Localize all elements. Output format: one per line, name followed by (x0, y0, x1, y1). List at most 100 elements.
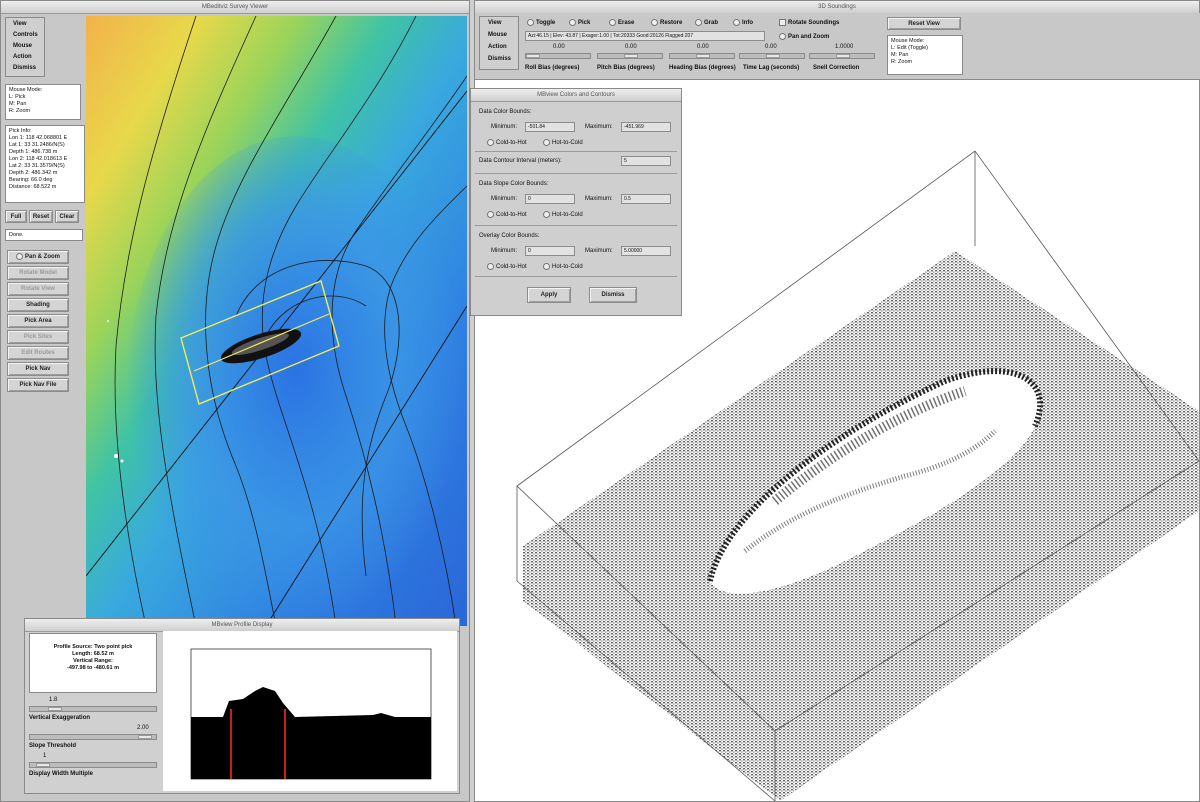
mode-label: Info (742, 20, 753, 27)
slope-min-input[interactable]: 0 (525, 194, 575, 204)
mouse-mode-line: Mouse Mode: (891, 38, 925, 44)
time-lag-slider[interactable] (739, 53, 805, 59)
data-min-input[interactable]: -501.84 (525, 122, 575, 132)
vertical-exaggeration-slider[interactable] (29, 734, 157, 740)
pick-info-line: Lat 2: 33 31.3579/N(S) (9, 163, 65, 169)
menu-view[interactable]: View (13, 21, 27, 28)
radio-icon (543, 211, 550, 218)
mouse-mode-line: Mouse Mode: (9, 87, 43, 93)
menu-dismiss[interactable]: Dismiss (488, 56, 511, 63)
data-max-input[interactable]: -451.969 (621, 122, 671, 132)
contour-interval-input[interactable]: 5 (621, 156, 671, 166)
roll-bias-slider[interactable] (525, 53, 591, 59)
mode-toggle[interactable]: Toggle (527, 19, 555, 26)
heading-bias-slider[interactable] (669, 53, 735, 59)
menu-action[interactable]: Action (488, 44, 507, 51)
data-cold-to-hot-radio[interactable]: Cold-to-Hot (487, 139, 527, 146)
profile-display-window: MBview Profile Display Profile Source: T… (24, 618, 460, 794)
pan-zoom-button[interactable]: Pan & Zoom (7, 250, 69, 264)
data-hot-to-cold-radio[interactable]: Hot-to-Cold (543, 139, 583, 146)
vertical-exaggeration-value: 2.00 (137, 725, 149, 731)
menu-dismiss[interactable]: Dismiss (13, 65, 36, 72)
mode-grab[interactable]: Grab (695, 19, 718, 26)
slider1-thumb[interactable] (48, 707, 62, 711)
separator (475, 173, 677, 174)
roll-bias-label: Roll Bias (degrees) (525, 65, 580, 71)
heading-bias-value: 0.00 (697, 44, 709, 50)
pan-zoom-radio[interactable]: Pan and Zoom (779, 33, 829, 40)
pick-sites-button[interactable]: Pick Sites (7, 330, 69, 344)
rotate-view-button[interactable]: Rotate View (7, 282, 69, 296)
slope-hot-to-cold-radio[interactable]: Hot-to-Cold (543, 211, 583, 218)
slope-color-bounds-label: Data Slope Color Bounds: (479, 181, 549, 187)
pitch-bias-value: 0.00 (625, 44, 637, 50)
menu-mouse[interactable]: Mouse (13, 43, 32, 50)
status-field: Done. (5, 229, 83, 241)
pitch-bias-slider[interactable] (597, 53, 663, 59)
radio-icon (15, 252, 23, 260)
menu-action[interactable]: Action (13, 54, 32, 61)
overlay-min-input[interactable]: 0 (525, 246, 575, 256)
radio-icon (543, 263, 550, 270)
slider1-value: 1.8 (49, 697, 58, 703)
heading-bias-thumb[interactable] (696, 54, 710, 58)
mode-pick[interactable]: Pick (569, 19, 590, 26)
heading-bias-label: Heading Bias (degrees) (669, 65, 736, 71)
mode-erase[interactable]: Erase (609, 19, 634, 26)
profile-info-line: Length: 68.52 m (72, 651, 114, 657)
profile-info-line: -497.98 to -480.61 m (67, 665, 119, 671)
profile-plot (163, 631, 457, 791)
apply-button[interactable]: Apply (527, 287, 571, 303)
overlay-max-input[interactable]: 5.00000 (621, 246, 671, 256)
pick-info-line: Lon 2: 118 42.018613 E (9, 156, 68, 162)
pitch-bias-thumb[interactable] (624, 54, 638, 58)
mode-label: Restore (660, 20, 683, 27)
separator (475, 151, 677, 152)
slope-cold-to-hot-radio[interactable]: Cold-to-Hot (487, 211, 527, 218)
profile-info-panel: Profile Source: Two point pick Length: 6… (29, 633, 157, 693)
slope-max-input[interactable]: 0.5 (621, 194, 671, 204)
roll-bias-thumb[interactable] (526, 54, 540, 58)
mode-label: Erase (618, 20, 635, 27)
menu-view[interactable]: View (488, 20, 502, 27)
radio-icon (779, 33, 786, 40)
overlay-cold-to-hot-radio[interactable]: Cold-to-Hot (487, 263, 527, 270)
data-min-label: Minimum: (491, 124, 518, 130)
mode-info[interactable]: Info (733, 19, 753, 26)
snell-correction-slider[interactable] (809, 53, 875, 59)
full-button[interactable]: Full (5, 210, 27, 223)
menu-controls[interactable]: Controls (13, 32, 38, 39)
overlay-min-label: Minimum: (491, 248, 518, 254)
dismiss-button[interactable]: Dismiss (589, 287, 637, 303)
overlay-color-bounds-label: Overlay Color Bounds: (479, 233, 540, 239)
time-lag-thumb[interactable] (766, 54, 780, 58)
overlay-hot-to-cold-radio[interactable]: Hot-to-Cold (543, 263, 583, 270)
clear-button[interactable]: Clear (55, 210, 79, 223)
separator (475, 276, 677, 277)
rotate-soundings-checkbox[interactable]: Rotate Soundings (779, 19, 839, 26)
menu-mouse[interactable]: Mouse (488, 32, 507, 39)
pick-nav-file-button[interactable]: Pick Nav File (7, 378, 69, 392)
vertical-exaggeration-thumb[interactable] (138, 735, 152, 739)
mode-label: Toggle (536, 20, 556, 27)
mode-restore[interactable]: Restore (651, 19, 682, 26)
slider1[interactable] (29, 706, 157, 712)
bathymetry-map[interactable] (86, 16, 467, 626)
reset-button[interactable]: Reset (29, 210, 53, 223)
data-max-label: Maximum: (585, 124, 613, 130)
slope-threshold-slider[interactable] (29, 762, 157, 768)
shading-button[interactable]: Shading (7, 298, 69, 312)
pick-nav-button[interactable]: Pick Nav (7, 362, 69, 376)
snell-correction-thumb[interactable] (836, 54, 850, 58)
slope-threshold-thumb[interactable] (36, 763, 50, 767)
mouse-mode-line: M: Pan (891, 52, 909, 58)
radio-icon (569, 19, 576, 26)
rotate-model-button[interactable]: Rotate Model (7, 266, 69, 280)
snell-correction-label: Snell Correction (813, 65, 860, 71)
vertical-exaggeration-label: Vertical Exaggeration (29, 715, 91, 721)
edit-routes-button[interactable]: Edit Routes (7, 346, 69, 360)
pick-area-button[interactable]: Pick Area (7, 314, 69, 328)
reset-view-button[interactable]: Reset View (887, 17, 961, 30)
soundings-toolbar: View Mouse Action Dismiss Toggle Pick Er… (475, 13, 1200, 80)
snell-correction-value: 1.0000 (835, 44, 854, 50)
